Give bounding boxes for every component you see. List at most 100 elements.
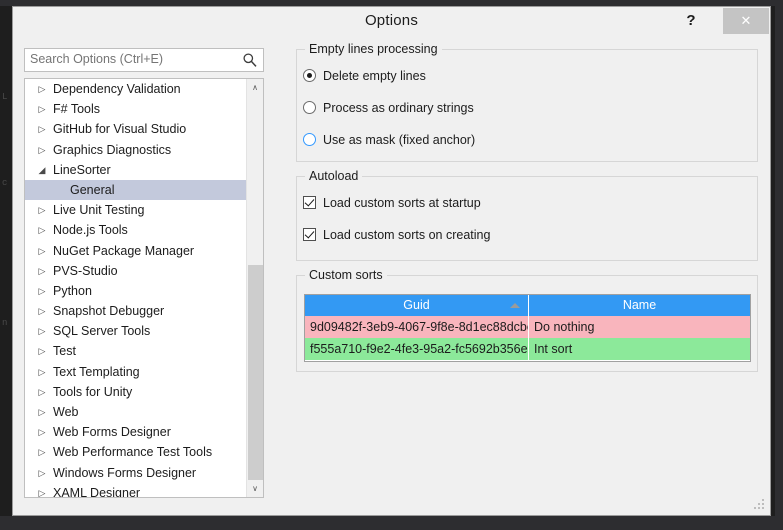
- tree-item-label: Live Unit Testing: [53, 203, 145, 218]
- tree-item-nuget-package-manager[interactable]: ▷ NuGet Package Manager: [25, 241, 246, 261]
- tree-item-label: Windows Forms Designer: [53, 465, 197, 480]
- tree-item-linesorter[interactable]: ◢ LineSorter: [25, 160, 246, 180]
- collapsed-arrow-icon[interactable]: ▷: [37, 261, 47, 281]
- options-tree[interactable]: ▷ Dependency Validation ▷ F# Tools ▷ GitHub f…: [24, 78, 264, 498]
- tree-item-label: Python: [53, 283, 92, 298]
- radio-unselected-icon[interactable]: [303, 101, 316, 114]
- collapsed-arrow-icon[interactable]: ▷: [37, 362, 47, 382]
- collapsed-arrow-icon[interactable]: ▷: [37, 422, 47, 442]
- collapsed-arrow-icon[interactable]: ▷: [37, 281, 47, 301]
- custom-sorts-grid[interactable]: Guid Name 9d09482f-3eb9-4067-9f8e-8d1ec88…: [304, 294, 751, 362]
- scrollbar-thumb[interactable]: [248, 265, 263, 480]
- resize-grip-icon[interactable]: [754, 499, 766, 511]
- collapsed-arrow-icon[interactable]: ▷: [37, 200, 47, 220]
- tree-item-text-templating[interactable]: ▷ Text Templating: [25, 362, 246, 382]
- tree-item-pvs-studio[interactable]: ▷ PVS-Studio: [25, 261, 246, 281]
- custom-sorts-group: Custom sorts Guid Name 9d09482f-3eb9-4067…: [296, 268, 758, 372]
- tree-item-label: PVS-Studio: [53, 263, 118, 278]
- cell-name[interactable]: Do nothing: [529, 316, 750, 338]
- table-row[interactable]: f555a710-f9e2-4fe3-95a2-fc5692b356e7 Int …: [305, 338, 750, 360]
- backdrop-code-line: L: [2, 92, 8, 102]
- search-box[interactable]: [24, 48, 264, 72]
- expanded-arrow-icon[interactable]: ◢: [37, 160, 47, 180]
- search-input[interactable]: [30, 52, 230, 66]
- collapsed-arrow-icon[interactable]: ▷: [37, 402, 47, 422]
- cell-guid[interactable]: 9d09482f-3eb9-4067-9f8e-8d1ec88dcbce: [305, 316, 529, 338]
- checkbox-label: Load custom sorts on creating: [323, 228, 491, 242]
- checkbox-checked-icon[interactable]: [303, 228, 316, 241]
- grid-body: 9d09482f-3eb9-4067-9f8e-8d1ec88dcbce Do n…: [305, 316, 750, 360]
- custom-sorts-group-title: Custom sorts: [305, 268, 387, 282]
- grid-column-header-guid[interactable]: Guid: [305, 295, 529, 316]
- collapsed-arrow-icon[interactable]: ▷: [37, 341, 47, 361]
- collapsed-arrow-icon[interactable]: ▷: [37, 99, 47, 119]
- cell-guid[interactable]: f555a710-f9e2-4fe3-95a2-fc5692b356e7: [305, 338, 529, 360]
- tree-item-label: Web Forms Designer: [53, 425, 171, 440]
- radio-unselected-icon[interactable]: [303, 133, 316, 146]
- search-icon: [243, 53, 257, 67]
- tree-item-label: Snapshot Debugger: [53, 304, 165, 319]
- tree-item-web[interactable]: ▷ Web: [25, 402, 246, 422]
- tree-item-label: GitHub for Visual Studio: [53, 122, 187, 137]
- checkbox-label: Load custom sorts at startup: [323, 196, 481, 210]
- collapsed-arrow-icon[interactable]: ▷: [37, 119, 47, 139]
- tree-scrollbar[interactable]: ∧ ∨: [246, 79, 263, 497]
- tree-item-label: Node.js Tools: [53, 223, 128, 238]
- dialog-title: Options: [364, 12, 419, 29]
- tree-item-label: XAML Designer: [53, 485, 141, 498]
- collapsed-arrow-icon[interactable]: ▷: [37, 321, 47, 341]
- tree-item-snapshot-debugger[interactable]: ▷ Snapshot Debugger: [25, 301, 246, 321]
- tree-item-python[interactable]: ▷ Python: [25, 281, 246, 301]
- tree-item-node-js-tools[interactable]: ▷ Node.js Tools: [25, 220, 246, 240]
- checkbox-checked-icon[interactable]: [303, 196, 316, 209]
- backdrop-code-line: n: [2, 318, 8, 328]
- tree-item-f-tools[interactable]: ▷ F# Tools: [25, 99, 246, 119]
- cell-name[interactable]: Int sort: [529, 338, 750, 360]
- tree-item-list: ▷ Dependency Validation ▷ F# Tools ▷ GitHub f…: [25, 79, 246, 498]
- radio-label: Process as ordinary strings: [323, 101, 474, 115]
- tree-item-sql-server-tools[interactable]: ▷ SQL Server Tools: [25, 321, 246, 341]
- tree-item-label: Web: [53, 405, 79, 419]
- tree-item-test[interactable]: ▷ Test: [25, 341, 246, 361]
- collapsed-arrow-icon[interactable]: ▷: [37, 442, 47, 462]
- tree-item-web-forms-designer[interactable]: ▷ Web Forms Designer: [25, 422, 246, 442]
- close-button[interactable]: ✕: [723, 8, 769, 34]
- tree-item-label: Dependency Validation: [53, 82, 181, 96]
- tree-item-web-performance-test-tools[interactable]: ▷ Web Performance Test Tools: [25, 442, 246, 462]
- settings-panel: Empty lines processing Delete empty line…: [284, 37, 770, 515]
- tree-item-general[interactable]: General: [25, 179, 246, 201]
- backdrop-right-strip: [775, 0, 783, 530]
- tree-item-label: LineSorter: [53, 162, 111, 177]
- collapsed-arrow-icon[interactable]: ▷: [37, 483, 47, 497]
- tree-item-xaml-designer[interactable]: ▷ XAML Designer: [25, 483, 246, 498]
- collapsed-arrow-icon[interactable]: ▷: [37, 382, 47, 402]
- grid-column-header-name[interactable]: Name: [529, 295, 750, 316]
- radio-selected-icon[interactable]: [303, 69, 316, 82]
- collapsed-arrow-icon[interactable]: ▷: [37, 301, 47, 321]
- tree-item-graphics-diagnostics[interactable]: ▷ Graphics Diagnostics: [25, 140, 246, 160]
- collapsed-arrow-icon[interactable]: ▷: [37, 220, 47, 240]
- tree-item-dependency-validation[interactable]: ▷ Dependency Validation: [25, 79, 246, 99]
- tree-item-label: SQL Server Tools: [53, 324, 151, 339]
- tree-item-github-for-visual-studio[interactable]: ▷ GitHub for Visual Studio: [25, 119, 246, 139]
- empty-lines-group-title: Empty lines processing: [305, 42, 442, 56]
- radio-label: Delete empty lines: [323, 69, 426, 83]
- tree-item-label: F# Tools: [53, 102, 101, 117]
- collapsed-arrow-icon[interactable]: ▷: [37, 140, 47, 160]
- help-button[interactable]: ?: [678, 9, 704, 33]
- scroll-down-arrow-icon[interactable]: ∨: [247, 480, 263, 497]
- grid-column-header-label: Name: [622, 298, 657, 312]
- sort-ascending-icon: [510, 303, 520, 308]
- collapsed-arrow-icon[interactable]: ▷: [37, 241, 47, 261]
- grid-column-header-label: Guid: [403, 298, 430, 312]
- tree-item-tools-for-unity[interactable]: ▷ Tools for Unity: [25, 382, 246, 402]
- tree-item-label: General: [70, 182, 115, 197]
- options-dialog: Options ? ✕ ▷ Dependency Validation ▷ F# To…: [12, 6, 771, 516]
- collapsed-arrow-icon[interactable]: ▷: [37, 79, 47, 99]
- tree-item-live-unit-testing[interactable]: ▷ Live Unit Testing: [25, 200, 246, 220]
- tree-item-windows-forms-designer[interactable]: ▷ Windows Forms Designer: [25, 463, 246, 483]
- scroll-up-arrow-icon[interactable]: ∧: [247, 79, 263, 96]
- collapsed-arrow-icon[interactable]: ▷: [37, 463, 47, 483]
- tree-item-label: Web Performance Test Tools: [53, 445, 213, 460]
- table-row[interactable]: 9d09482f-3eb9-4067-9f8e-8d1ec88dcbce Do n…: [305, 316, 750, 338]
